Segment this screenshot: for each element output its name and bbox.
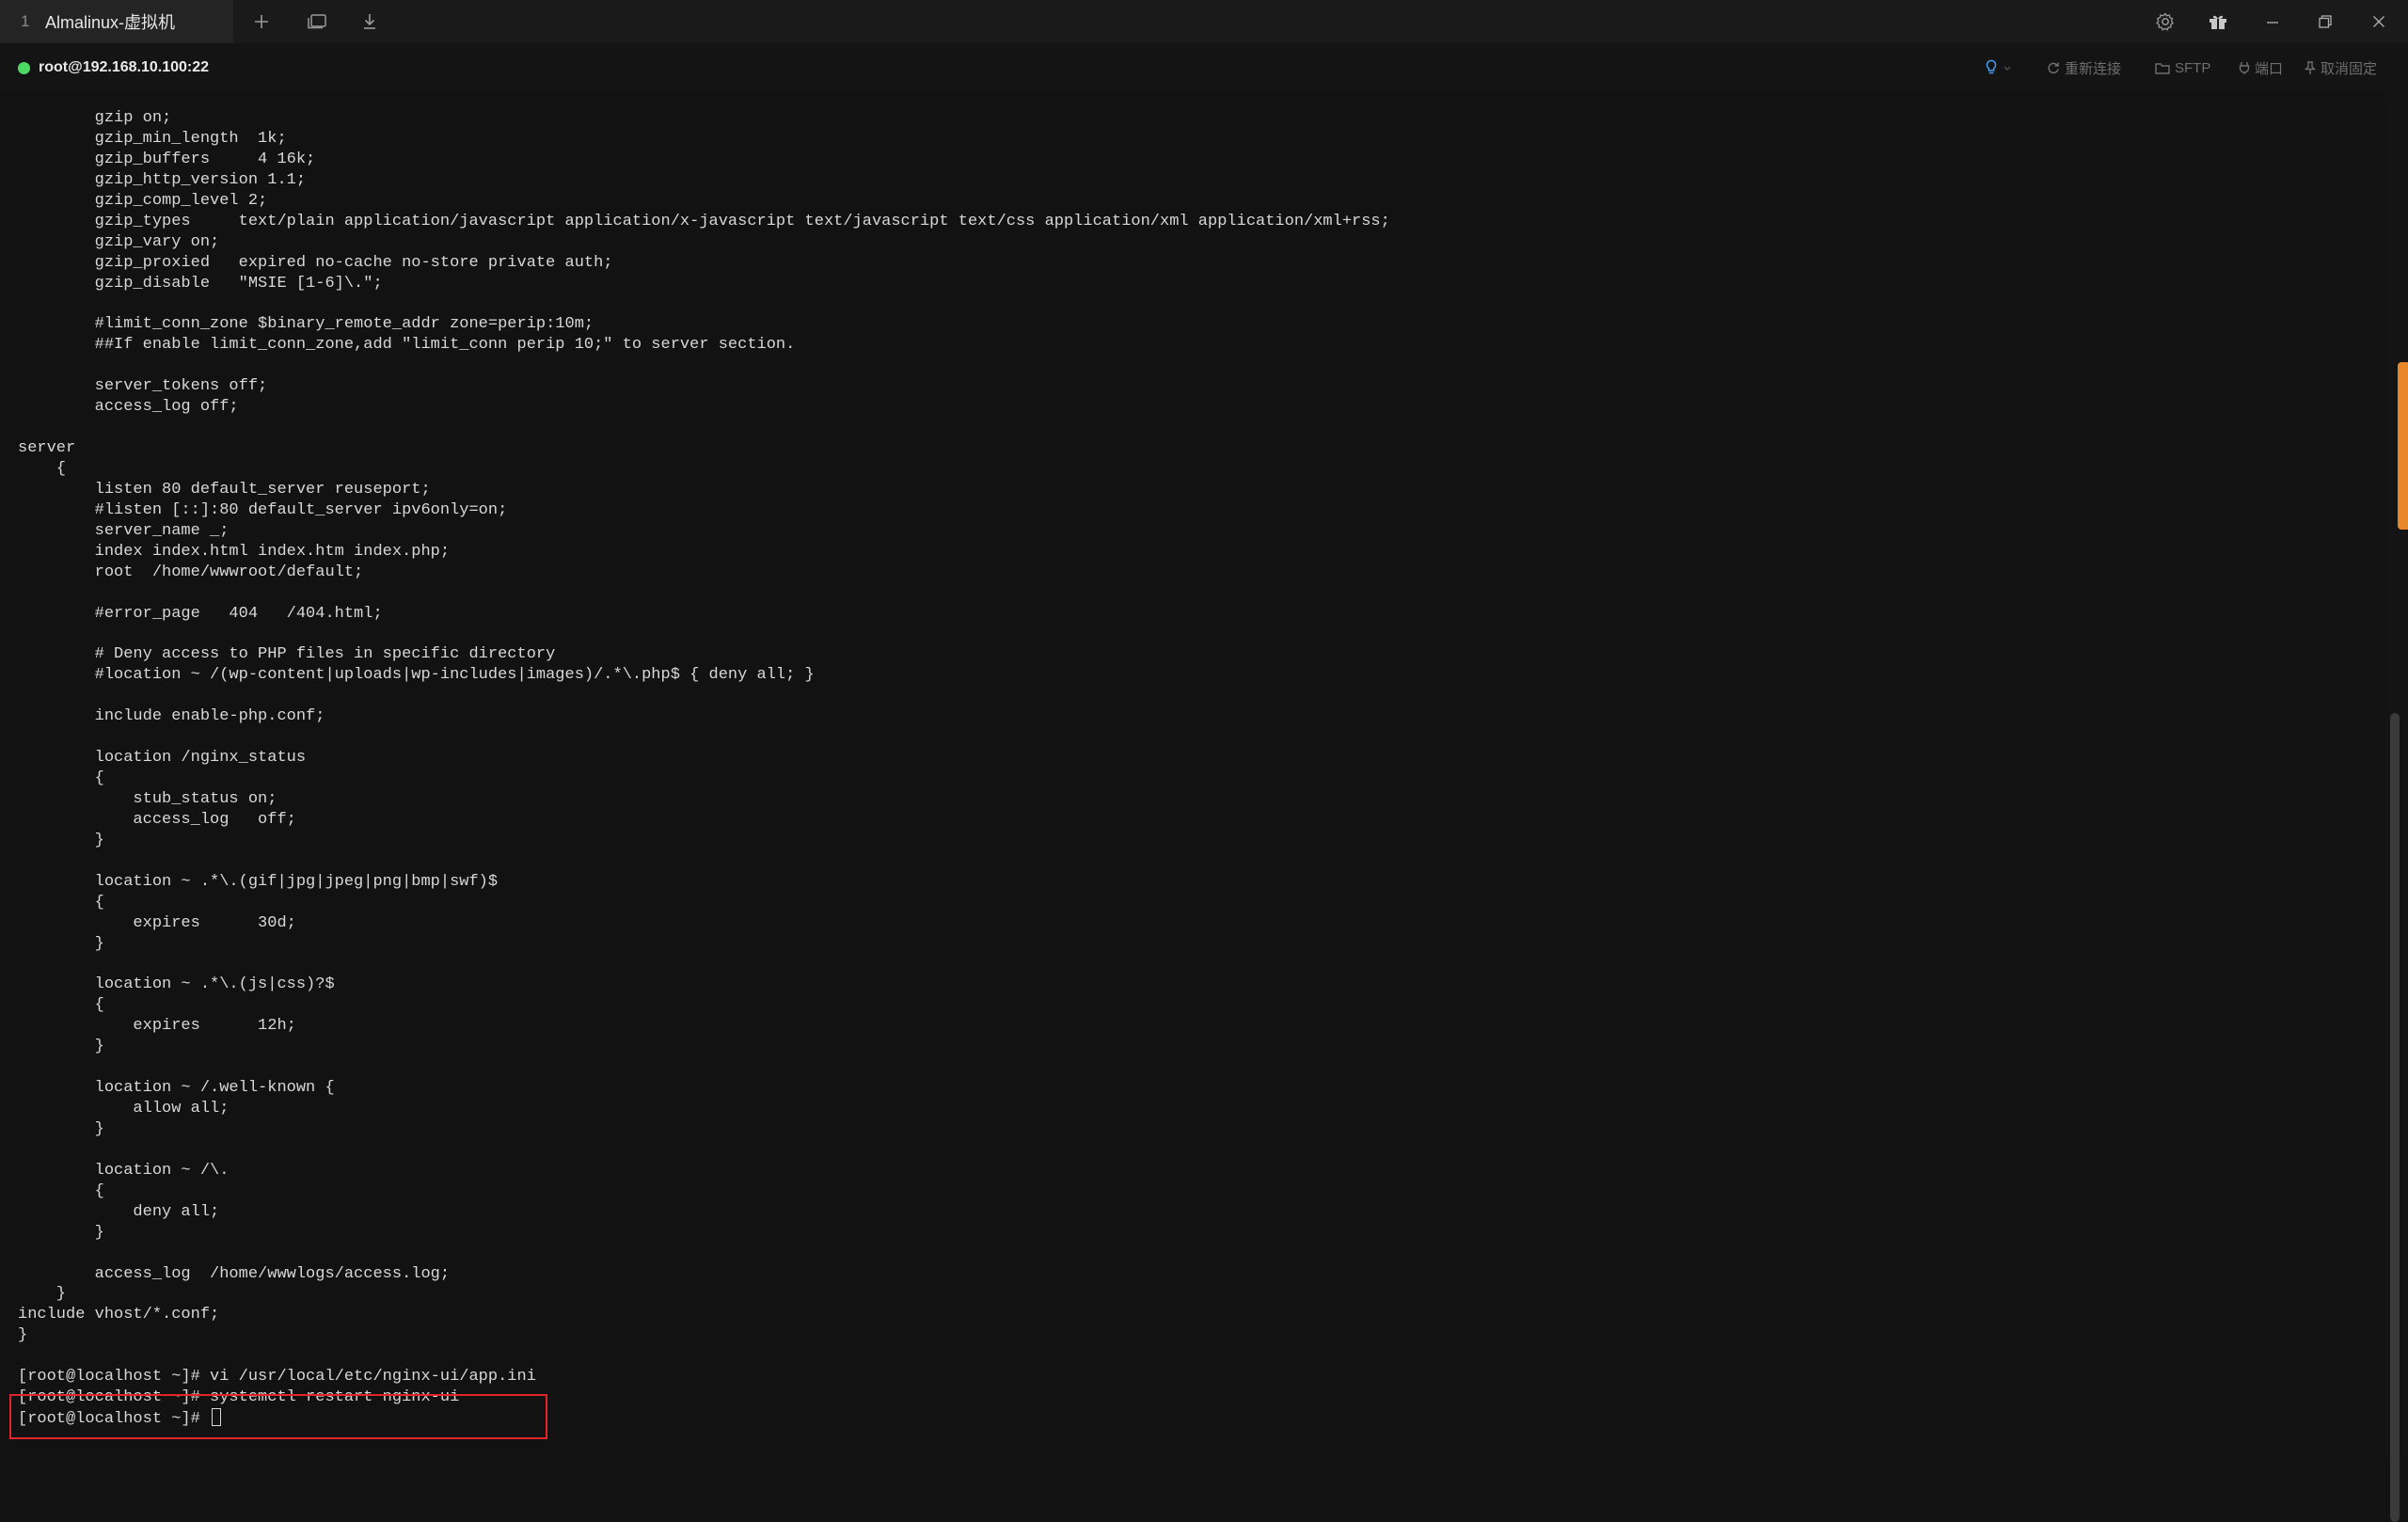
unpin-label: 取消固定 bbox=[2321, 60, 2378, 77]
terminal-line: ##If enable limit_conn_zone,add "limit_c… bbox=[18, 336, 796, 355]
unpin-button[interactable]: 取消固定 bbox=[2305, 56, 2377, 79]
terminal-line: location ~ .*\.(js|css)?$ bbox=[18, 975, 335, 994]
terminal-line: location ~ /\. bbox=[18, 1161, 230, 1180]
sftp-label: SFTP bbox=[2175, 59, 2211, 76]
terminal-line: server_tokens off; bbox=[18, 377, 268, 396]
terminal-line: } bbox=[18, 831, 104, 849]
terminal-line: server_name _; bbox=[18, 521, 230, 540]
terminal-line: gzip on; bbox=[18, 109, 172, 127]
scroll-position-marker bbox=[2398, 362, 2408, 530]
terminal-line: include enable-php.conf; bbox=[18, 707, 325, 726]
plus-icon[interactable] bbox=[247, 8, 276, 36]
terminal-line: gzip_http_version 1.1; bbox=[18, 170, 307, 189]
terminal-line: { bbox=[18, 996, 104, 1015]
reconnect-button[interactable]: 重新连接 bbox=[2047, 56, 2121, 79]
refresh-icon bbox=[2048, 62, 2059, 74]
terminal-line: } bbox=[18, 1285, 67, 1304]
terminal-line: } bbox=[18, 1119, 104, 1138]
terminal-line: location ~ .*\.(gif|jpg|jpeg|png|bmp|swf… bbox=[18, 872, 499, 891]
plug-icon bbox=[2239, 62, 2250, 74]
terminal-output[interactable]: gzip on; gzip_min_length 1k; gzip_buffer… bbox=[0, 92, 2385, 1458]
restore-icon[interactable] bbox=[2311, 8, 2339, 36]
folder-icon bbox=[2155, 62, 2170, 74]
terminal-line: { bbox=[18, 769, 104, 787]
terminal-line: deny all; bbox=[18, 1202, 220, 1221]
tab-title: Almalinux-虚拟机 bbox=[45, 13, 176, 32]
terminal-line: gzip_disable "MSIE [1-6]\."; bbox=[18, 274, 383, 293]
session-tab[interactable]: 1 Almalinux-虚拟机 bbox=[0, 0, 233, 43]
terminal-line: allow all; bbox=[18, 1100, 230, 1118]
terminal-line: expires 12h; bbox=[18, 1017, 296, 1036]
gear-icon[interactable] bbox=[2151, 8, 2179, 36]
terminal-line: #listen [::]:80 default_server ipv6only=… bbox=[18, 500, 508, 519]
terminal-line: access_log off; bbox=[18, 810, 296, 829]
terminal-line: index index.html index.htm index.php; bbox=[18, 542, 451, 561]
terminal-line: root /home/wwwroot/default; bbox=[18, 563, 364, 581]
terminal-line: stub_status on; bbox=[18, 789, 277, 808]
terminal-line: #error_page 404 /404.html; bbox=[18, 604, 383, 623]
connection-status-icon bbox=[18, 62, 30, 74]
terminal-line: #limit_conn_zone $binary_remote_addr zon… bbox=[18, 315, 594, 334]
highlight-box bbox=[9, 1394, 547, 1439]
lightbulb-icon[interactable] bbox=[1985, 56, 2017, 79]
terminal-line: } bbox=[18, 934, 104, 953]
gift-icon[interactable] bbox=[2204, 8, 2232, 36]
terminal-line: } bbox=[18, 1326, 28, 1345]
scrollbar-thumb[interactable] bbox=[2390, 713, 2400, 1522]
terminal-line: gzip_types text/plain application/javasc… bbox=[18, 212, 1390, 230]
terminal-line: expires 30d; bbox=[18, 913, 296, 932]
terminal-line: } bbox=[18, 1038, 104, 1056]
terminal-line: { bbox=[18, 459, 67, 478]
terminal-line: gzip_comp_level 2; bbox=[18, 191, 268, 210]
terminal-scrollbar[interactable] bbox=[2385, 92, 2408, 1522]
reconnect-label: 重新连接 bbox=[2065, 60, 2122, 77]
session-bar: root@192.168.10.100:22 重新连接 SFTP 端口 取消固定 bbox=[0, 43, 2408, 92]
close-icon[interactable] bbox=[2365, 8, 2393, 36]
terminal-line: [root@localhost ~]# vi /usr/local/etc/ng… bbox=[18, 1368, 536, 1387]
sftp-button[interactable]: SFTP bbox=[2155, 56, 2210, 79]
pin-icon bbox=[2305, 60, 2316, 74]
minimize-icon[interactable] bbox=[2258, 8, 2287, 36]
terminal-line: gzip_min_length 1k; bbox=[18, 129, 287, 148]
terminal-line: { bbox=[18, 1181, 104, 1200]
duplicate-window-icon[interactable] bbox=[303, 8, 331, 36]
terminal-line: gzip_proxied expired no-cache no-store p… bbox=[18, 253, 613, 272]
terminal-line: include vhost/*.conf; bbox=[18, 1306, 220, 1324]
terminal-line: listen 80 default_server reuseport; bbox=[18, 480, 431, 499]
tab-number: 1 bbox=[21, 12, 30, 30]
port-button[interactable]: 端口 bbox=[2239, 56, 2283, 79]
terminal-line: # Deny access to PHP files in specific d… bbox=[18, 645, 556, 664]
terminal-line: { bbox=[18, 893, 104, 912]
port-label: 端口 bbox=[2255, 60, 2284, 77]
terminal-line: access_log /home/wwwlogs/access.log; bbox=[18, 1264, 451, 1283]
terminal-line: server bbox=[18, 439, 76, 457]
title-bar: 1 Almalinux-虚拟机 bbox=[0, 0, 2408, 44]
session-host-label: root@192.168.10.100:22 bbox=[39, 59, 210, 75]
terminal-lines: gzip on; gzip_min_length 1k; gzip_buffer… bbox=[18, 108, 1390, 1429]
terminal-line: location /nginx_status bbox=[18, 749, 307, 768]
terminal-line: access_log off; bbox=[18, 398, 239, 417]
terminal-line: } bbox=[18, 1223, 104, 1242]
terminal-line: location ~ /.well-known { bbox=[18, 1079, 335, 1098]
terminal-line: gzip_buffers 4 16k; bbox=[18, 150, 316, 168]
terminal-line: #location ~ /(wp-content|uploads|wp-incl… bbox=[18, 666, 815, 685]
terminal-line: gzip_vary on; bbox=[18, 232, 220, 251]
download-icon[interactable] bbox=[356, 8, 384, 36]
